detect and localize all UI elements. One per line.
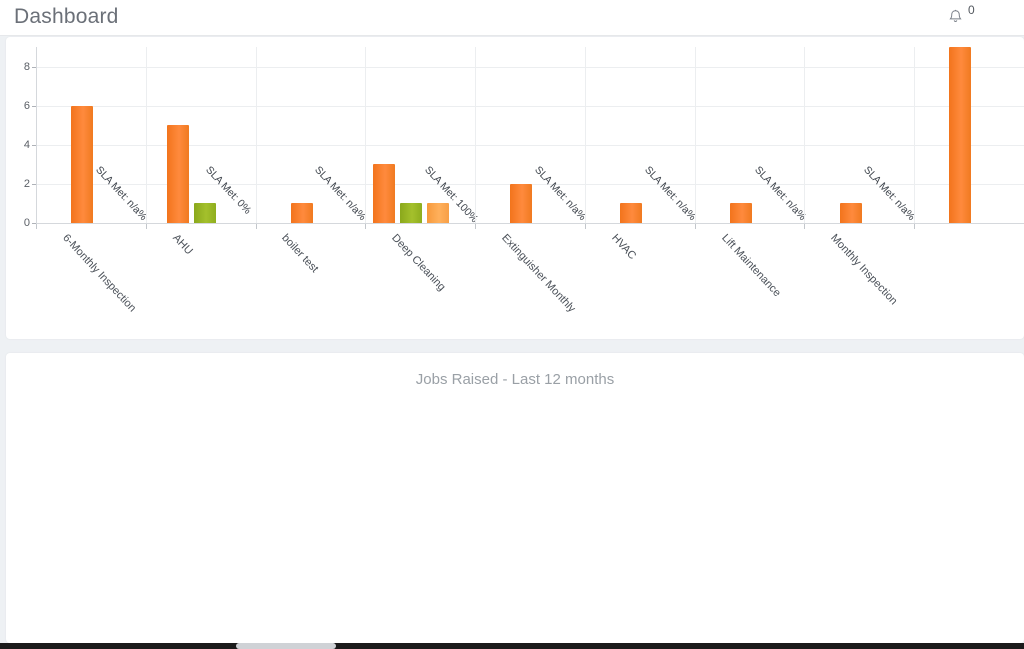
gridline-x: [914, 47, 916, 223]
y-axis-line: [36, 47, 37, 223]
y-axis-tick-label: 8: [23, 60, 30, 73]
x-axis-category-label: boiler test: [279, 232, 322, 276]
jobs-by-type-card: 0 2 4 6 8 6-Monthly Inspection SLA Met: n/a% AH…: [6, 37, 1024, 339]
jobs-raised-card: Jobs Raised - Last 12 months: [6, 353, 1024, 643]
bar-created-jobs[interactable]: [839, 203, 862, 223]
gridline-x: [145, 47, 147, 223]
x-axis-tick-mark: [145, 224, 147, 229]
x-axis-category-label: Lift Maintenance: [718, 232, 783, 300]
notification-count: 0: [968, 3, 975, 17]
bar-created-jobs[interactable]: [71, 105, 94, 223]
y-axis-tick-label: 2: [23, 177, 30, 190]
gridline-x: [584, 47, 586, 223]
gridline-y: [36, 105, 1024, 107]
gridline-x: [255, 47, 257, 223]
x-axis-line: [36, 223, 1024, 224]
x-axis-tick-mark: [694, 224, 696, 229]
x-axis-category-label: 6-Monthly Inspection: [60, 232, 139, 315]
x-axis-tick-mark: [804, 224, 806, 229]
bar-created-jobs[interactable]: [729, 203, 752, 223]
sla-annotation: SLA Met: n/a%: [312, 164, 369, 224]
gridline-x: [365, 47, 367, 223]
x-axis-category-label: AHU: [169, 232, 195, 258]
bar-created-jobs[interactable]: [167, 125, 190, 223]
gridline-x: [804, 47, 806, 223]
bar-chart-plot-area: 0 2 4 6 8 6-Monthly Inspection SLA Met: n/a% AH…: [24, 47, 1024, 315]
gridline-y: [36, 66, 1024, 68]
bar-completed-jobs[interactable]: [400, 203, 423, 223]
x-axis-tick-mark: [365, 224, 367, 229]
bar-sla-met[interactable]: [427, 203, 450, 223]
x-axis-tick-mark: [475, 224, 477, 229]
x-axis-tick-mark: [255, 224, 257, 229]
bar-created-jobs[interactable]: [290, 203, 313, 223]
bar-created-jobs[interactable]: [510, 183, 533, 223]
gridline-x: [694, 47, 696, 223]
bar-created-jobs[interactable]: [619, 203, 642, 223]
x-axis-category-label: HVAC: [609, 232, 639, 262]
dashboard-page: Dashboard 0 0 2 4 6 8 6-Monthly Inspection SLA…: [0, 0, 1024, 649]
sla-annotation: SLA Met: n/a%: [861, 164, 918, 224]
sla-annotation: SLA Met: n/a%: [641, 164, 699, 224]
gridline-x: [475, 47, 477, 223]
x-axis-tick-mark: [584, 224, 586, 229]
y-axis-tick-label: 4: [23, 138, 30, 151]
x-axis-category-label: Deep Cleaning: [389, 232, 448, 294]
sla-annotation: SLA Met: n/a%: [751, 164, 808, 224]
app-header: Dashboard 0: [0, 0, 1024, 36]
bar-created-jobs[interactable]: [373, 164, 396, 223]
x-axis-category-label: Monthly Inspection: [828, 232, 900, 308]
y-axis-tick-label: 0: [23, 217, 30, 229]
y-axis-tick-label: 6: [23, 99, 30, 112]
bar-completed-jobs[interactable]: [194, 203, 217, 223]
chart-title: Jobs Raised - Last 12 months: [415, 371, 615, 388]
x-axis-tick-mark: [36, 224, 37, 229]
page-title: Dashboard: [14, 5, 119, 28]
bell-icon[interactable]: [948, 9, 963, 30]
sla-annotation: SLA Met: n/a%: [93, 164, 150, 224]
x-axis-tick-mark: [914, 224, 916, 229]
bottom-bar: [0, 643, 1024, 649]
notification-area[interactable]: 0: [948, 3, 994, 31]
horizontal-scrollbar-thumb[interactable]: [236, 643, 336, 649]
x-axis-category-label: Extinguisher Monthly: [499, 232, 578, 315]
sla-annotation: SLA Met: n/a%: [532, 164, 589, 224]
bar-created-jobs[interactable]: [949, 47, 972, 223]
